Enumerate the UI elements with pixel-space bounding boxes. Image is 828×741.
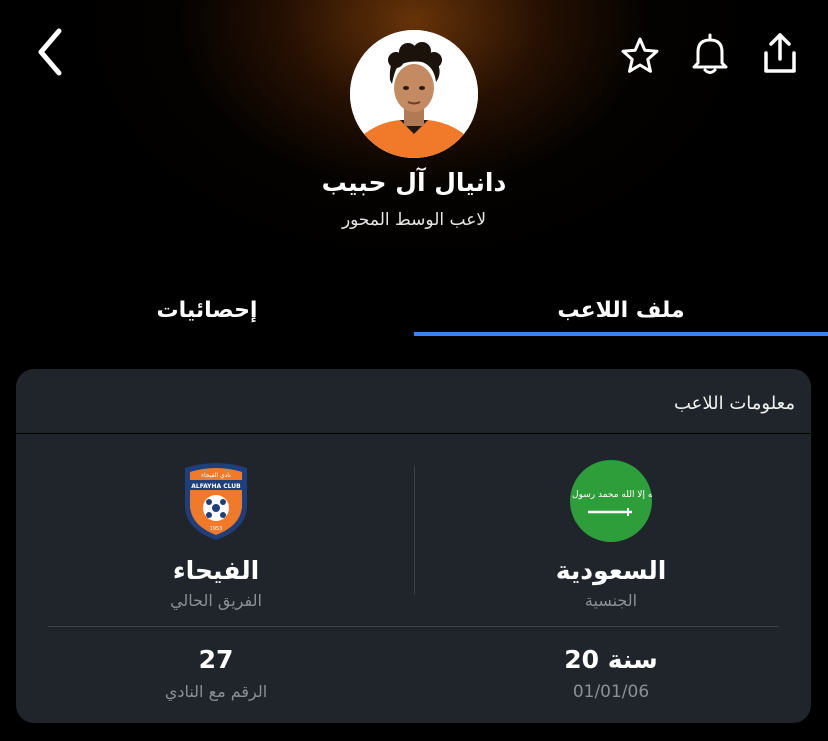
row-divider <box>48 626 779 627</box>
card-header-divider <box>16 433 811 434</box>
column-divider <box>414 466 415 594</box>
team-label: الفريق الحالي <box>170 591 262 610</box>
bell-icon <box>692 33 728 74</box>
shirt-number-label: الرقم مع النادي <box>164 682 268 701</box>
saudi-flag-icon: لا إله إلا الله محمد رسول الله <box>570 460 652 542</box>
team-block[interactable]: ALFAYHA CLUB نادي الفيحاء 1953 الفيحاء ا… <box>66 460 366 610</box>
team-value: الفيحاء <box>172 556 260 585</box>
notification-button[interactable] <box>688 32 732 76</box>
age-value: 20 سنة <box>564 645 658 674</box>
crest-year: 1953 <box>210 526 223 532</box>
share-button[interactable] <box>758 30 802 76</box>
chevron-left-icon <box>38 28 62 76</box>
birth-date: 01/01/06 <box>572 682 650 702</box>
favorite-button[interactable] <box>618 34 662 76</box>
card-title: معلومات اللاعب <box>673 393 795 414</box>
alfayha-crest-icon: ALFAYHA CLUB نادي الفيحاء 1953 <box>185 463 247 540</box>
flag-inscription: لا إله إلا الله محمد رسول الله <box>570 490 652 500</box>
star-icon <box>621 37 659 73</box>
age-block: 20 سنة 01/01/06 <box>461 645 761 702</box>
player-info-card: معلومات اللاعب لا إله إلا الله محمد رسول… <box>16 369 811 723</box>
nationality-label: الجنسية <box>584 591 638 610</box>
player-name: دانيال آل حبيب <box>321 168 507 197</box>
crest-band: ALFAYHA CLUB <box>191 483 241 490</box>
nationality-value: السعودية <box>555 556 667 585</box>
back-button[interactable] <box>30 24 70 80</box>
active-tab-indicator <box>414 332 828 336</box>
tab-statistics[interactable]: إحصائيات <box>0 298 414 323</box>
shirt-number-value: 27 <box>198 645 234 674</box>
tab-player-profile[interactable]: ملف اللاعب <box>414 298 828 323</box>
player-position: لاعب الوسط المحور <box>341 210 487 230</box>
share-icon <box>764 33 796 73</box>
nationality-block: لا إله إلا الله محمد رسول الله السعودية … <box>461 460 761 610</box>
player-avatar <box>350 30 478 158</box>
shirt-number-block: 27 الرقم مع النادي <box>66 645 366 701</box>
crest-top: نادي الفيحاء <box>201 472 231 479</box>
